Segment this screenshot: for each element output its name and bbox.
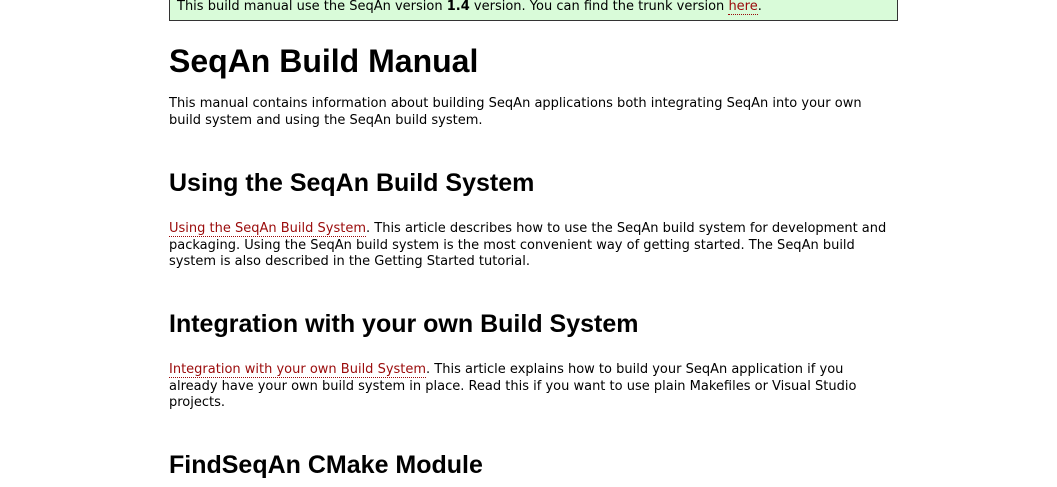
notice-version: 1.4: [446, 0, 470, 14]
notice-suffix: .: [757, 0, 762, 14]
section-heading-build-system: Using the SeqAn Build System: [169, 169, 535, 197]
build-system-link[interactable]: Using the SeqAn Build System: [169, 221, 366, 237]
section-heading-integration: Integration with your own Build System: [169, 310, 639, 338]
notice-middle: version. You can find the trunk version: [469, 0, 729, 14]
trunk-version-link[interactable]: here: [728, 0, 758, 15]
intro-paragraph: This manual contains information about b…: [169, 96, 862, 128]
page-title: SeqAn Build Manual: [169, 43, 479, 79]
section-heading-findseqan: FindSeqAn CMake Module: [169, 451, 483, 479]
integration-link[interactable]: Integration with your own Build System: [169, 362, 427, 378]
section-paragraph-build-system: Using the SeqAn Build System. This artic…: [169, 221, 889, 271]
version-notice: This build manual use the SeqAn version …: [169, 0, 898, 21]
section-paragraph-integration: Integration with your own Build System. …: [169, 362, 889, 412]
notice-prefix: This build manual use the SeqAn version: [177, 0, 447, 14]
